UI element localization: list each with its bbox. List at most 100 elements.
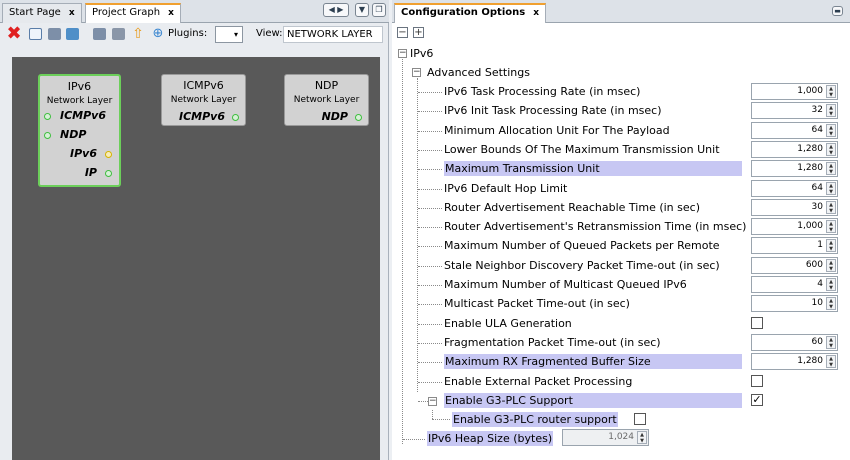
stack-icon[interactable] bbox=[112, 28, 125, 40]
port-dot-icon[interactable] bbox=[105, 151, 112, 158]
port-dot-icon[interactable] bbox=[44, 113, 51, 120]
port-dot-icon[interactable] bbox=[232, 114, 239, 121]
tab-list-dropdown-icon[interactable]: ▼ bbox=[355, 3, 369, 17]
ipv6-node[interactable]: IPv6 Network Layer ICMPv6 NDP IPv6 IP bbox=[38, 74, 121, 187]
plugins-icon[interactable]: ⊕ bbox=[150, 26, 166, 42]
port-dot-icon[interactable] bbox=[355, 114, 362, 121]
tab-configuration-options-close-icon[interactable]: x bbox=[533, 8, 539, 18]
setting-spinner[interactable]: 64 ▲ ▼ bbox=[751, 180, 838, 197]
port-dot-icon[interactable] bbox=[44, 132, 51, 139]
setting-spinner[interactable]: 4 ▲ ▼ bbox=[751, 276, 838, 293]
setting-spinner[interactable]: 1,000 ▲ ▼ bbox=[751, 83, 838, 100]
spinner-arrows-icon[interactable]: ▲ ▼ bbox=[826, 85, 836, 98]
setting-spinner[interactable]: 10 ▲ ▼ bbox=[751, 295, 838, 312]
spinner-arrows-icon[interactable]: ▲ ▼ bbox=[826, 143, 836, 156]
spinner-arrows-icon[interactable]: ▲ ▼ bbox=[826, 297, 836, 310]
setting-spinner[interactable]: 64 ▲ ▼ bbox=[751, 122, 838, 139]
setting-spinner[interactable]: 1,280 ▲ ▼ bbox=[751, 353, 838, 370]
tab-configuration-options[interactable]: Configuration Options x bbox=[394, 3, 546, 23]
view-label: View: bbox=[256, 28, 283, 39]
setting-checkbox[interactable]: ✓ bbox=[751, 394, 763, 406]
delete-icon[interactable]: ✖ bbox=[6, 25, 22, 43]
setting-spinner[interactable]: 1 ▲ ▼ bbox=[751, 237, 838, 254]
tree-root-label[interactable]: IPv6 bbox=[410, 46, 433, 61]
tree-guide-line bbox=[418, 382, 442, 383]
setting-label: Lower Bounds Of The Maximum Transmission… bbox=[444, 143, 720, 156]
group-icon[interactable] bbox=[48, 28, 61, 40]
expand-all-button[interactable]: + bbox=[413, 27, 424, 38]
setting-value: 10 bbox=[811, 298, 823, 308]
graph-canvas[interactable]: IPv6 Network Layer ICMPv6 NDP IPv6 IP IC… bbox=[12, 57, 380, 460]
minimize-icon[interactable]: ▬ bbox=[832, 6, 843, 16]
spinner-arrows-icon[interactable]: ▲ ▼ bbox=[826, 239, 836, 252]
spinner-arrows-icon[interactable]: ▲ ▼ bbox=[826, 336, 836, 349]
setting-value: 1,000 bbox=[797, 86, 823, 96]
tab-scroll-arrows-icon[interactable]: ◀ ▶ bbox=[323, 3, 349, 17]
g3-plc-router-support-label: Enable G3-PLC router support bbox=[452, 412, 618, 427]
spinner-arrows-icon[interactable]: ▲ ▼ bbox=[826, 124, 836, 137]
ndp-node[interactable]: NDP Network Layer NDP bbox=[284, 74, 369, 126]
setting-label: IPv6 Default Hop Limit bbox=[444, 182, 568, 195]
setting-spinner[interactable]: 600 ▲ ▼ bbox=[751, 257, 838, 274]
tree-guide-line bbox=[403, 439, 425, 440]
collapse-advanced-settings-icon[interactable]: − bbox=[412, 68, 421, 77]
setting-label: Stale Neighbor Discovery Packet Time-out… bbox=[444, 259, 720, 272]
port-label: ICMPv6 bbox=[60, 109, 106, 122]
setting-spinner[interactable]: 1,000 ▲ ▼ bbox=[751, 218, 838, 235]
icmpv6-node[interactable]: ICMPv6 Network Layer ICMPv6 bbox=[161, 74, 246, 126]
spinner-arrows-icon[interactable]: ▲ ▼ bbox=[826, 220, 836, 233]
tab-start-page[interactable]: Start Page x bbox=[2, 3, 82, 23]
setting-value: 64 bbox=[811, 183, 823, 193]
spinner-arrows-icon[interactable]: ▲ ▼ bbox=[826, 182, 836, 195]
heap-size-spinner: 1,024 ▲ ▼ bbox=[562, 429, 649, 446]
node-title: NDP bbox=[314, 79, 339, 92]
setting-label: Enable ULA Generation bbox=[444, 317, 572, 330]
node-title: ICMPv6 bbox=[183, 79, 224, 92]
setting-label: Enable G3-PLC Support bbox=[444, 393, 742, 408]
tree-guide-line bbox=[418, 343, 442, 344]
spinner-arrows-icon[interactable]: ▲ ▼ bbox=[826, 278, 836, 291]
tab-start-page-close-icon[interactable]: x bbox=[69, 8, 75, 18]
setting-spinner[interactable]: 1,280 ▲ ▼ bbox=[751, 141, 838, 158]
configuration-options-panel: Configuration Options x ▬ − + − IPv6 − Ad… bbox=[392, 0, 850, 460]
port-label: IP bbox=[84, 166, 97, 179]
setting-value: 1,280 bbox=[797, 144, 823, 154]
collapse-ipv6-icon[interactable]: − bbox=[398, 49, 407, 58]
setting-label: Fragmentation Packet Time-out (in sec) bbox=[444, 336, 661, 349]
advanced-settings-label[interactable]: Advanced Settings bbox=[427, 65, 530, 80]
tab-project-graph[interactable]: Project Graph x bbox=[85, 3, 181, 23]
restore-window-icon[interactable]: ❐ bbox=[372, 3, 386, 17]
setting-value: 1 bbox=[817, 240, 823, 250]
setting-label: Maximum RX Fragmented Buffer Size bbox=[444, 354, 742, 369]
setting-spinner[interactable]: 60 ▲ ▼ bbox=[751, 334, 838, 351]
setting-value: 1,280 bbox=[797, 356, 823, 366]
ungroup-icon[interactable] bbox=[93, 28, 106, 40]
tree-guide-line bbox=[418, 189, 442, 190]
tree-guide-line bbox=[418, 324, 442, 325]
view-select[interactable]: NETWORK LAYER bbox=[283, 26, 383, 43]
node-title: IPv6 bbox=[67, 80, 92, 93]
setting-checkbox[interactable] bbox=[751, 317, 763, 329]
spinner-arrows-icon[interactable]: ▲ ▼ bbox=[826, 201, 836, 214]
spinner-arrows-icon[interactable]: ▲ ▼ bbox=[826, 259, 836, 272]
spinner-arrows-icon[interactable]: ▲ ▼ bbox=[826, 355, 836, 368]
node-subtitle: Network Layer bbox=[170, 95, 237, 105]
new-component-icon[interactable] bbox=[29, 28, 42, 40]
port-dot-icon[interactable] bbox=[105, 170, 112, 177]
move-up-icon[interactable]: ⇧ bbox=[130, 26, 146, 42]
heap-size-label: IPv6 Heap Size (bytes) bbox=[427, 431, 554, 446]
tree-guide-line bbox=[418, 227, 442, 228]
chevron-down-icon: ▾ bbox=[233, 30, 238, 39]
setting-spinner[interactable]: 32 ▲ ▼ bbox=[751, 102, 838, 119]
setting-spinner[interactable]: 1,280 ▲ ▼ bbox=[751, 160, 838, 177]
g3-plc-router-support-checkbox[interactable] bbox=[634, 413, 646, 425]
collapse-g3-plc-icon[interactable]: − bbox=[428, 397, 437, 406]
collapse-all-button[interactable]: − bbox=[397, 27, 408, 38]
plugins-select[interactable]: ▾ bbox=[215, 26, 243, 43]
setting-spinner[interactable]: 30 ▲ ▼ bbox=[751, 199, 838, 216]
setting-checkbox[interactable] bbox=[751, 375, 763, 387]
add-to-group-icon[interactable] bbox=[66, 28, 79, 40]
spinner-arrows-icon[interactable]: ▲ ▼ bbox=[826, 104, 836, 117]
spinner-arrows-icon[interactable]: ▲ ▼ bbox=[826, 162, 836, 175]
tab-project-graph-close-icon[interactable]: x bbox=[168, 8, 174, 18]
